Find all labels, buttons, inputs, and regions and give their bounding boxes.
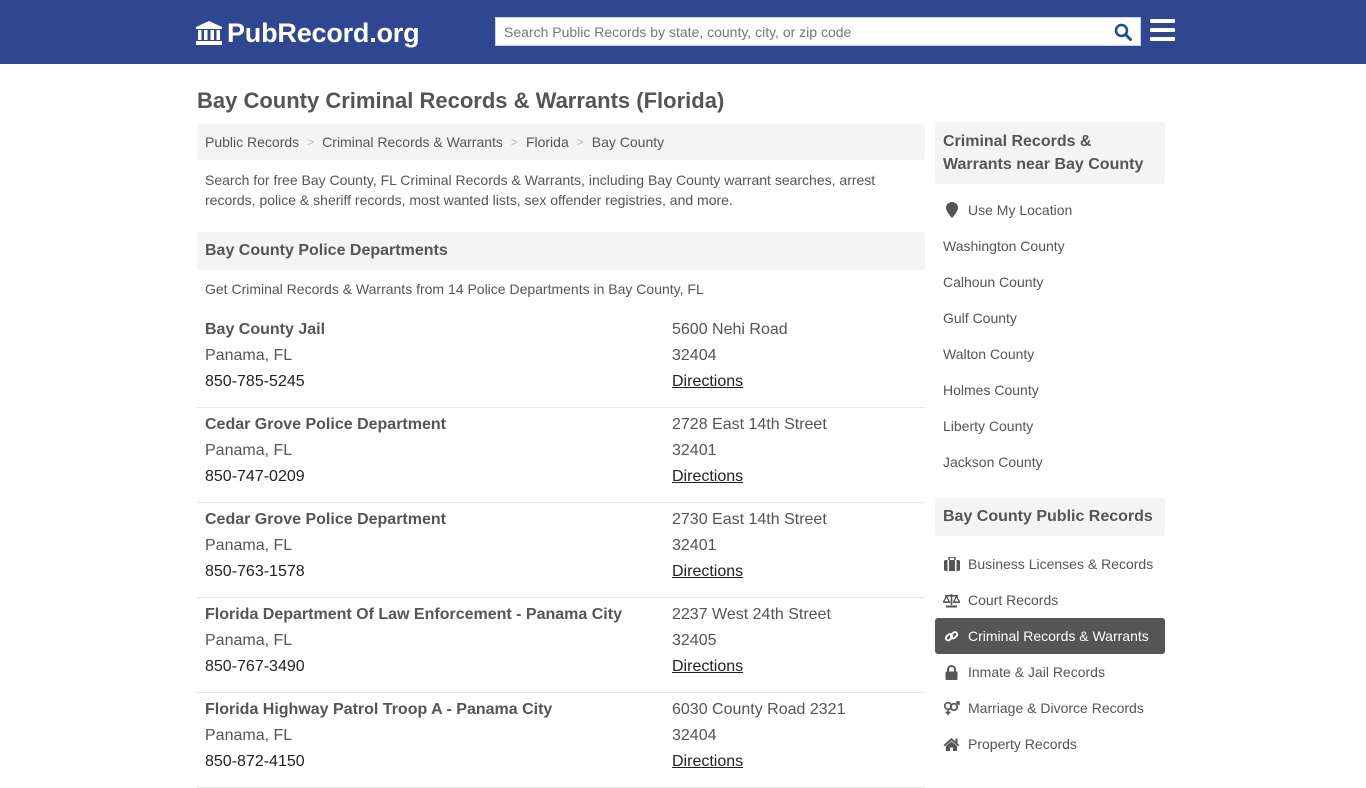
breadcrumb: Public Records > Criminal Records & Warr…: [197, 124, 925, 160]
nearby-list: Use My Location Washington County Calhou…: [935, 192, 1165, 480]
department-name: Cedar Grove Police Department: [205, 511, 446, 528]
department-city: Panama, FL: [205, 442, 293, 459]
nearby-county-link[interactable]: Liberty County: [935, 408, 1165, 444]
nearby-heading: Criminal Records & Warrants near Bay Cou…: [935, 122, 1165, 184]
gender-icon: [943, 700, 960, 716]
department-phone[interactable]: 850-785-5245: [205, 369, 325, 395]
breadcrumb-bay-county[interactable]: Bay County: [592, 134, 664, 150]
breadcrumb-criminal-records[interactable]: Criminal Records & Warrants: [322, 134, 503, 150]
records-link-marriage[interactable]: Marriage & Divorce Records: [935, 690, 1165, 726]
department-zip: 32404: [672, 727, 717, 744]
breadcrumb-separator: >: [576, 135, 584, 149]
departments-heading: Bay County Police Departments: [197, 232, 925, 270]
department-city: Panama, FL: [205, 632, 293, 649]
home-icon: [943, 736, 960, 752]
bank-building-icon: [196, 21, 222, 45]
briefcase-icon: [943, 556, 960, 572]
department-entry: Florida Department Of Law Enforcement - …: [197, 598, 925, 693]
department-address: 6030 County Road 2321: [672, 701, 846, 718]
directions-link[interactable]: Directions: [672, 563, 743, 580]
records-link-inmate[interactable]: Inmate & Jail Records: [935, 654, 1165, 690]
public-records-heading: Bay County Public Records: [935, 498, 1165, 536]
breadcrumb-public-records[interactable]: Public Records: [205, 134, 299, 150]
department-address: 2728 East 14th Street: [672, 416, 827, 433]
department-city: Panama, FL: [205, 347, 293, 364]
search-bar: [495, 17, 1141, 46]
records-link-label: Marriage & Divorce Records: [968, 700, 1144, 716]
nearby-county-link[interactable]: Washington County: [935, 228, 1165, 264]
hamburger-menu-button[interactable]: [1150, 19, 1175, 41]
menu-bar-icon: [1150, 28, 1175, 32]
nearby-county-link[interactable]: Walton County: [935, 336, 1165, 372]
logo-text: PubRecord.org: [227, 17, 420, 48]
breadcrumb-florida[interactable]: Florida: [526, 134, 569, 150]
directions-link[interactable]: Directions: [672, 373, 743, 390]
top-navbar: PubRecord.org: [0, 0, 1366, 64]
department-entry: Cedar Grove Police Department Panama, FL…: [197, 503, 925, 598]
department-address: 2730 East 14th Street: [672, 511, 827, 528]
public-records-list: Business Licenses & Records Court Record…: [935, 546, 1165, 762]
records-link-label: Inmate & Jail Records: [968, 664, 1105, 680]
breadcrumb-separator: >: [510, 135, 518, 149]
search-button[interactable]: [1106, 18, 1140, 45]
use-my-location-link[interactable]: Use My Location: [935, 192, 1165, 228]
use-my-location-label: Use My Location: [968, 202, 1073, 218]
breadcrumb-separator: >: [307, 135, 315, 149]
search-input[interactable]: [496, 18, 1106, 45]
department-zip: 32401: [672, 537, 717, 554]
department-city: Panama, FL: [205, 537, 293, 554]
department-city: Panama, FL: [205, 727, 293, 744]
directions-link[interactable]: Directions: [672, 468, 743, 485]
nearby-county-link[interactable]: Calhoun County: [935, 264, 1165, 300]
directions-link[interactable]: Directions: [672, 658, 743, 675]
records-link-court[interactable]: Court Records: [935, 582, 1165, 618]
department-zip: 32401: [672, 442, 717, 459]
department-entry: Bay County Jail Panama, FL 850-785-5245 …: [197, 313, 925, 408]
records-link-label: Court Records: [968, 592, 1059, 608]
intro-text: Search for free Bay County, FL Criminal …: [205, 172, 876, 208]
department-address: 5600 Nehi Road: [672, 321, 788, 338]
records-link-business[interactable]: Business Licenses & Records: [935, 546, 1165, 582]
site-logo[interactable]: PubRecord.org: [195, 17, 420, 49]
departments-subtitle: Get Criminal Records & Warrants from 14 …: [205, 281, 704, 297]
nearby-county-link[interactable]: Gulf County: [935, 300, 1165, 336]
department-name: Bay County Jail: [205, 321, 326, 338]
department-phone[interactable]: 850-872-4150: [205, 749, 552, 775]
menu-bar-icon: [1150, 19, 1175, 23]
departments-list: Bay County Jail Panama, FL 850-785-5245 …: [197, 313, 925, 788]
records-link-criminal[interactable]: Criminal Records & Warrants: [935, 618, 1165, 654]
nearby-county-link[interactable]: Jackson County: [935, 444, 1165, 480]
search-icon: [1114, 23, 1132, 41]
department-zip: 32405: [672, 632, 717, 649]
menu-bar-icon: [1150, 37, 1175, 41]
department-name: Florida Highway Patrol Troop A - Panama …: [205, 701, 553, 718]
department-phone[interactable]: 850-763-1578: [205, 559, 446, 585]
directions-link[interactable]: Directions: [672, 753, 743, 770]
records-link-label: Criminal Records & Warrants: [968, 628, 1149, 644]
department-phone[interactable]: 850-747-0209: [205, 464, 446, 490]
link-icon: [943, 628, 960, 644]
records-link-label: Property Records: [968, 736, 1077, 752]
map-marker-icon: [943, 202, 960, 218]
records-link-label: Business Licenses & Records: [968, 556, 1154, 572]
scale-icon: [943, 592, 960, 608]
nearby-county-link[interactable]: Holmes County: [935, 372, 1165, 408]
department-entry: Florida Highway Patrol Troop A - Panama …: [197, 693, 925, 788]
department-zip: 32404: [672, 347, 717, 364]
department-address: 2237 West 24th Street: [672, 606, 831, 623]
lock-icon: [943, 664, 960, 680]
records-link-property[interactable]: Property Records: [935, 726, 1165, 762]
department-name: Cedar Grove Police Department: [205, 416, 446, 433]
department-entry: Cedar Grove Police Department Panama, FL…: [197, 408, 925, 503]
sidebar: Criminal Records & Warrants near Bay Cou…: [935, 122, 1165, 762]
department-name: Florida Department Of Law Enforcement - …: [205, 606, 622, 623]
department-phone[interactable]: 850-767-3490: [205, 654, 622, 680]
page-title: Bay County Criminal Records & Warrants (…: [197, 88, 725, 113]
